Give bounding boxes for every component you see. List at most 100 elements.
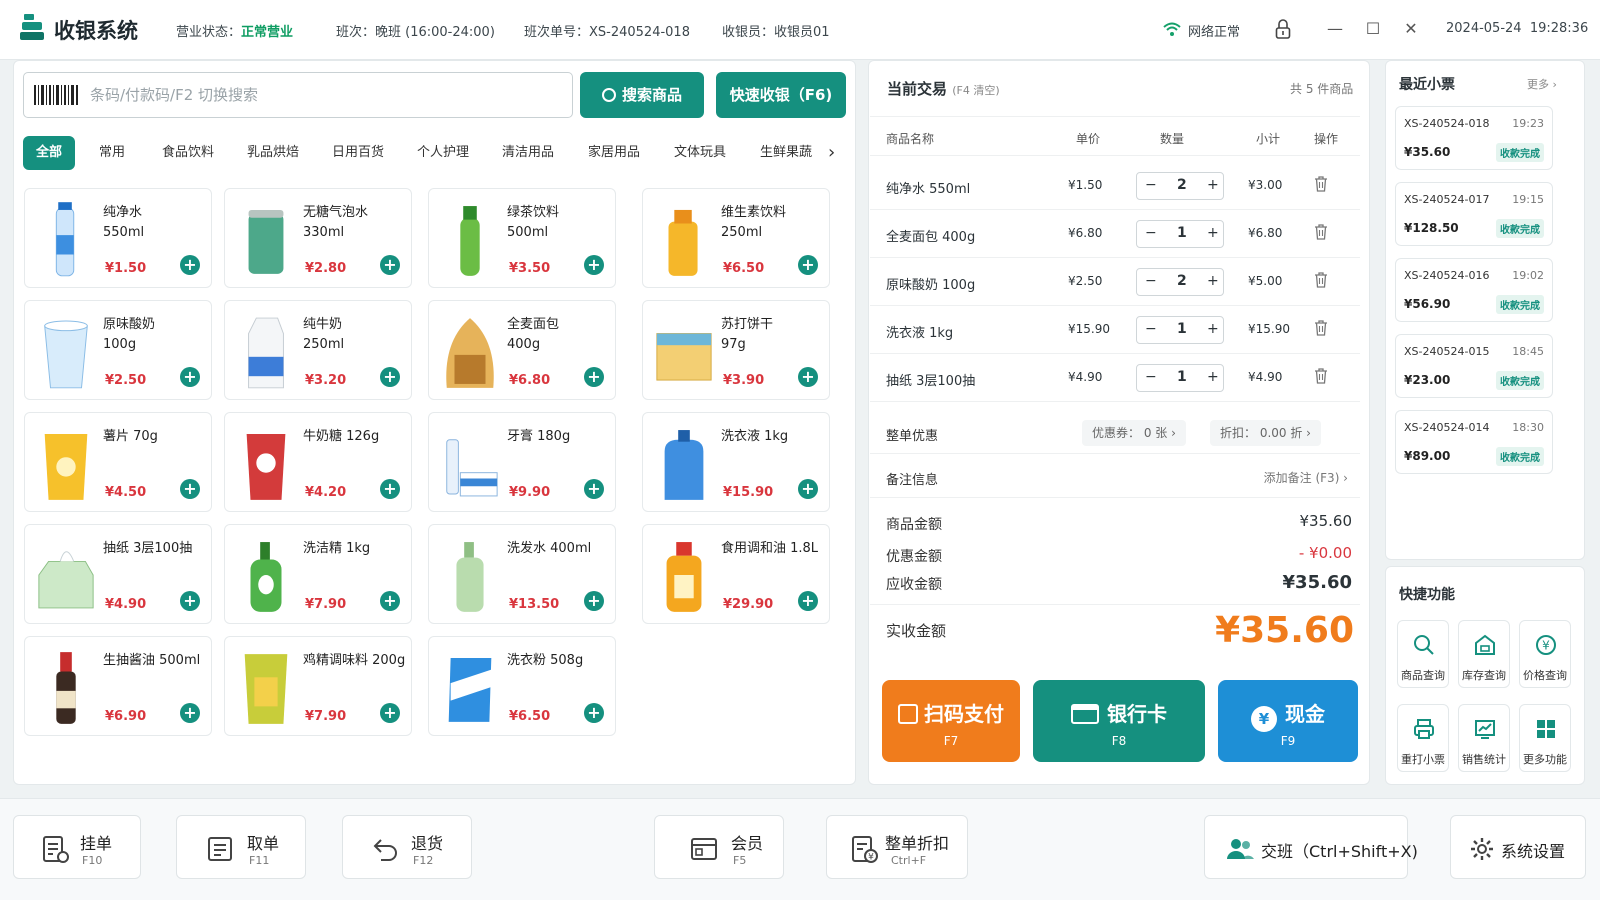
add-to-cart-icon[interactable]: +	[180, 367, 200, 387]
product-card[interactable]: 抽纸 3层100抽 ¥4.90 +	[24, 524, 212, 624]
quick-checkout-button[interactable]: 快速收银（F6)	[716, 72, 846, 118]
member-button[interactable]: 会员 F5	[654, 815, 784, 879]
plus-icon[interactable]: +	[1207, 225, 1219, 241]
product-card[interactable]: 全麦面包 400g ¥6.80 +	[428, 300, 616, 400]
product-card[interactable]: 鸡精调味料 200g ¥7.90 +	[224, 636, 412, 736]
trash-icon[interactable]	[1314, 368, 1328, 384]
system-settings-button[interactable]: 系统设置	[1450, 815, 1586, 879]
product-card[interactable]: 纯净水 550ml ¥1.50 +	[24, 188, 212, 288]
minus-icon[interactable]: −	[1145, 369, 1157, 385]
add-to-cart-icon[interactable]: +	[798, 255, 818, 275]
scan-pay-button[interactable]: 扫码支付 F7	[882, 680, 1020, 762]
product-card[interactable]: 生抽酱油 500ml ¥6.90 +	[24, 636, 212, 736]
add-to-cart-icon[interactable]: +	[180, 703, 200, 723]
product-card[interactable]: 牛奶糖 126g ¥4.20 +	[224, 412, 412, 512]
product-card[interactable]: 薯片 70g ¥4.50 +	[24, 412, 212, 512]
trash-icon[interactable]	[1314, 272, 1328, 288]
category-tab-all[interactable]: 全部	[23, 136, 75, 170]
product-query-button[interactable]: 商品查询	[1397, 620, 1449, 688]
receipt-item[interactable]: XS-240524-017 19:15 ¥128.50 收款完成	[1395, 182, 1553, 246]
product-card[interactable]: 原味酸奶 100g ¥2.50 +	[24, 300, 212, 400]
search-products-button[interactable]: 搜索商品	[580, 72, 704, 118]
discount-rate-selector[interactable]: 折扣： 0.00 折 ›	[1210, 420, 1321, 446]
category-tab[interactable]: 食品饮料	[155, 136, 221, 170]
plus-icon[interactable]: +	[1207, 369, 1219, 385]
product-card[interactable]: 维生素饮料 250ml ¥6.50 +	[642, 188, 830, 288]
category-tab[interactable]: 家居用品	[581, 136, 647, 170]
category-tab[interactable]: 个人护理	[410, 136, 476, 170]
quantity-value[interactable]: 1	[1177, 225, 1187, 241]
category-tab[interactable]: 文体玩具	[667, 136, 733, 170]
category-tab[interactable]: 常用	[88, 136, 136, 170]
product-card[interactable]: 纯牛奶 250ml ¥3.20 +	[224, 300, 412, 400]
add-to-cart-icon[interactable]: +	[180, 255, 200, 275]
search-input[interactable]	[90, 83, 550, 107]
receipt-item[interactable]: XS-240524-016 19:02 ¥56.90 收款完成	[1395, 258, 1553, 322]
add-to-cart-icon[interactable]: +	[180, 591, 200, 611]
receipt-item[interactable]: XS-240524-014 18:30 ¥89.00 收款完成	[1395, 410, 1553, 474]
add-to-cart-icon[interactable]: +	[584, 255, 604, 275]
product-card[interactable]: 洗洁精 1kg ¥7.90 +	[224, 524, 412, 624]
cash-button[interactable]: ¥ 现金 F9	[1218, 680, 1358, 762]
product-card[interactable]: 苏打饼干 97g ¥3.90 +	[642, 300, 830, 400]
minus-icon[interactable]: −	[1145, 321, 1157, 337]
product-card[interactable]: 绿茶饮料 500ml ¥3.50 +	[428, 188, 616, 288]
add-to-cart-icon[interactable]: +	[380, 591, 400, 611]
maximize-icon[interactable]: ☐	[1362, 18, 1384, 40]
category-tab[interactable]: 生鲜果蔬	[753, 136, 819, 170]
add-to-cart-icon[interactable]: +	[380, 703, 400, 723]
minus-icon[interactable]: −	[1145, 273, 1157, 289]
add-to-cart-icon[interactable]: +	[380, 367, 400, 387]
plus-icon[interactable]: +	[1207, 273, 1219, 289]
close-icon[interactable]: ✕	[1400, 18, 1422, 40]
more-functions-button[interactable]: 更多功能	[1519, 704, 1571, 772]
receipts-more-link[interactable]: 更多 ›	[1527, 76, 1557, 92]
trash-icon[interactable]	[1314, 320, 1328, 336]
stock-query-button[interactable]: 库存查询	[1458, 620, 1510, 688]
quantity-value[interactable]: 2	[1177, 177, 1187, 193]
category-tab[interactable]: 日用百货	[325, 136, 391, 170]
retrieve-order-button[interactable]: 取单 F11	[176, 815, 306, 879]
product-card[interactable]: 牙膏 180g ¥9.90 +	[428, 412, 616, 512]
add-to-cart-icon[interactable]: +	[798, 367, 818, 387]
return-button[interactable]: 退货 F12	[342, 815, 472, 879]
product-card[interactable]: 无糖气泡水 330ml ¥2.80 +	[224, 188, 412, 288]
category-tab[interactable]: 乳品烘焙	[240, 136, 306, 170]
hold-order-button[interactable]: 挂单 F10	[13, 815, 141, 879]
shift-handover-button[interactable]: 交班（Ctrl+Shift+X)	[1204, 815, 1418, 879]
order-discount-button[interactable]: ¥ 整单折扣 Ctrl+F	[826, 815, 968, 879]
receipt-item[interactable]: XS-240524-018 19:23 ¥35.60 收款完成	[1395, 106, 1553, 170]
quantity-value[interactable]: 1	[1177, 369, 1187, 385]
add-to-cart-icon[interactable]: +	[798, 479, 818, 499]
bank-card-button[interactable]: 银行卡 F8	[1033, 680, 1205, 762]
coupon-selector[interactable]: 优惠券： 0 张 ›	[1082, 420, 1186, 446]
add-to-cart-icon[interactable]: +	[584, 367, 604, 387]
product-card[interactable]: 洗发水 400ml ¥13.50 +	[428, 524, 616, 624]
plus-icon[interactable]: +	[1207, 321, 1219, 337]
add-to-cart-icon[interactable]: +	[584, 591, 604, 611]
search-box[interactable]	[23, 72, 573, 118]
minus-icon[interactable]: −	[1145, 225, 1157, 241]
category-tab[interactable]: 清洁用品	[495, 136, 561, 170]
plus-icon[interactable]: +	[1207, 177, 1219, 193]
quantity-value[interactable]: 2	[1177, 273, 1187, 289]
product-card[interactable]: 洗衣粉 508g ¥6.50 +	[428, 636, 616, 736]
product-card[interactable]: 食用调和油 1.8L ¥29.90 +	[642, 524, 830, 624]
add-to-cart-icon[interactable]: +	[380, 479, 400, 499]
add-to-cart-icon[interactable]: +	[798, 591, 818, 611]
lock-icon[interactable]	[1275, 19, 1291, 39]
minus-icon[interactable]: −	[1145, 177, 1157, 193]
minimize-icon[interactable]: —	[1324, 18, 1346, 40]
add-to-cart-icon[interactable]: +	[584, 479, 604, 499]
trash-icon[interactable]	[1314, 176, 1328, 192]
product-card[interactable]: 洗衣液 1kg ¥15.90 +	[642, 412, 830, 512]
add-to-cart-icon[interactable]: +	[380, 255, 400, 275]
price-query-button[interactable]: ¥ 价格查询	[1519, 620, 1571, 688]
add-note-link[interactable]: 添加备注 (F3) ›	[1264, 469, 1348, 486]
add-to-cart-icon[interactable]: +	[180, 479, 200, 499]
sales-stats-button[interactable]: 销售统计	[1458, 704, 1510, 772]
reprint-receipt-button[interactable]: 重打小票	[1397, 704, 1449, 772]
add-to-cart-icon[interactable]: +	[584, 703, 604, 723]
quantity-value[interactable]: 1	[1177, 321, 1187, 337]
chevron-right-icon[interactable]: ›	[828, 142, 835, 163]
